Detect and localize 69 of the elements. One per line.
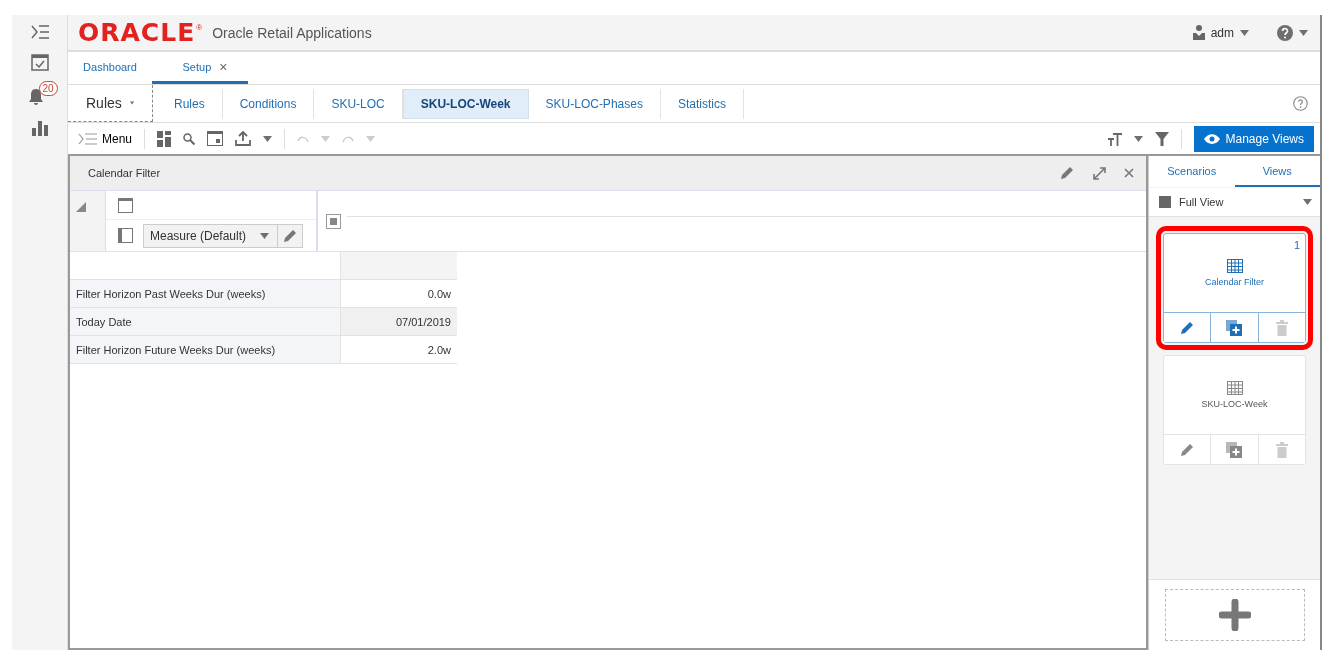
caret-icon[interactable] bbox=[1303, 199, 1312, 205]
view-dropdown[interactable]: Full View bbox=[1149, 188, 1320, 217]
upload-icon[interactable] bbox=[235, 131, 252, 146]
tab[interactable]: SKU-LOC bbox=[314, 89, 403, 119]
panel-title: Calendar Filter bbox=[88, 167, 161, 179]
tab[interactable]: SKU-LOC-Phases bbox=[528, 89, 661, 119]
row-label: Today Date bbox=[70, 307, 341, 336]
manage-views-button[interactable]: Manage Views bbox=[1193, 125, 1314, 152]
tab[interactable]: Setup × bbox=[152, 52, 248, 84]
notification-badge: 20 bbox=[38, 81, 58, 96]
column-axis-icon[interactable] bbox=[118, 197, 133, 213]
row-label: Filter Horizon Past Weeks Dur (weeks) bbox=[70, 279, 341, 308]
value-cell[interactable]: 0.0w bbox=[340, 279, 457, 308]
help-icon[interactable] bbox=[1293, 96, 1308, 111]
view-title: Calendar Filter bbox=[1205, 277, 1264, 287]
tab[interactable]: Statistics bbox=[660, 89, 744, 119]
bell-icon[interactable] bbox=[27, 88, 44, 106]
pencil-icon[interactable] bbox=[1179, 441, 1196, 458]
tab[interactable]: Dashboard bbox=[68, 52, 152, 84]
value-cell[interactable]: 2.0w bbox=[340, 335, 457, 364]
caret-icon[interactable] bbox=[129, 100, 134, 106]
user-name[interactable]: adm bbox=[1210, 25, 1234, 40]
eye-icon bbox=[1203, 133, 1220, 144]
layout-icon[interactable] bbox=[157, 130, 172, 147]
duplicate-icon[interactable] bbox=[1226, 441, 1243, 458]
filter-icon[interactable] bbox=[1154, 131, 1169, 146]
calendar-check-icon[interactable] bbox=[30, 53, 49, 71]
pencil-icon[interactable] bbox=[1179, 319, 1196, 336]
bar-chart-icon[interactable] bbox=[31, 121, 48, 136]
help-icon[interactable] bbox=[1277, 24, 1293, 41]
app-title: Oracle Retail Applications bbox=[212, 24, 372, 41]
caret-icon[interactable] bbox=[1240, 29, 1249, 36]
tab[interactable]: Scenarios bbox=[1149, 156, 1235, 187]
registered-mark: ® bbox=[196, 23, 203, 32]
view-color-icon bbox=[1159, 196, 1171, 208]
tab[interactable]: Conditions bbox=[222, 89, 315, 119]
table-icon bbox=[1226, 259, 1243, 273]
caret-icon[interactable] bbox=[260, 232, 270, 239]
menu-button[interactable]: Menu bbox=[78, 131, 133, 146]
menu-icon[interactable] bbox=[30, 25, 49, 39]
search-icon[interactable] bbox=[183, 132, 196, 145]
view-title: SKU-LOC-Week bbox=[1201, 399, 1268, 409]
caret-icon[interactable] bbox=[1299, 29, 1308, 36]
logo: ORACLE bbox=[78, 20, 196, 45]
corner-triangle-icon[interactable] bbox=[76, 202, 86, 212]
plus-icon bbox=[1218, 599, 1251, 631]
tab[interactable]: SKU-LOC-Week bbox=[402, 89, 529, 119]
rules-dropdown[interactable]: Rules bbox=[68, 85, 153, 122]
duplicate-icon[interactable] bbox=[1226, 319, 1243, 336]
close-icon[interactable] bbox=[1124, 168, 1134, 178]
user-icon[interactable] bbox=[1192, 25, 1205, 40]
caret-icon[interactable] bbox=[263, 135, 273, 142]
row-axis-icon[interactable] bbox=[118, 228, 133, 243]
pencil-icon[interactable] bbox=[282, 227, 299, 244]
pencil-icon[interactable] bbox=[1059, 165, 1075, 181]
expand-icon[interactable] bbox=[1093, 166, 1106, 180]
value-cell: 07/01/2019 bbox=[340, 307, 457, 336]
view-card[interactable]: SKU-LOC-Week bbox=[1163, 355, 1306, 465]
add-view-button[interactable] bbox=[1164, 589, 1305, 641]
menu-icon bbox=[78, 132, 98, 145]
tab[interactable]: Rules bbox=[157, 89, 223, 119]
window-icon[interactable] bbox=[207, 131, 224, 146]
grid-axis-icon[interactable] bbox=[326, 213, 341, 229]
close-icon[interactable]: × bbox=[219, 58, 228, 75]
text-size-icon[interactable] bbox=[1107, 131, 1122, 146]
caret-icon[interactable] bbox=[1133, 135, 1143, 142]
view-number: 1 bbox=[1293, 239, 1300, 251]
row-label: Filter Horizon Future Weeks Dur (weeks) bbox=[70, 335, 341, 364]
table-icon bbox=[1226, 381, 1243, 395]
